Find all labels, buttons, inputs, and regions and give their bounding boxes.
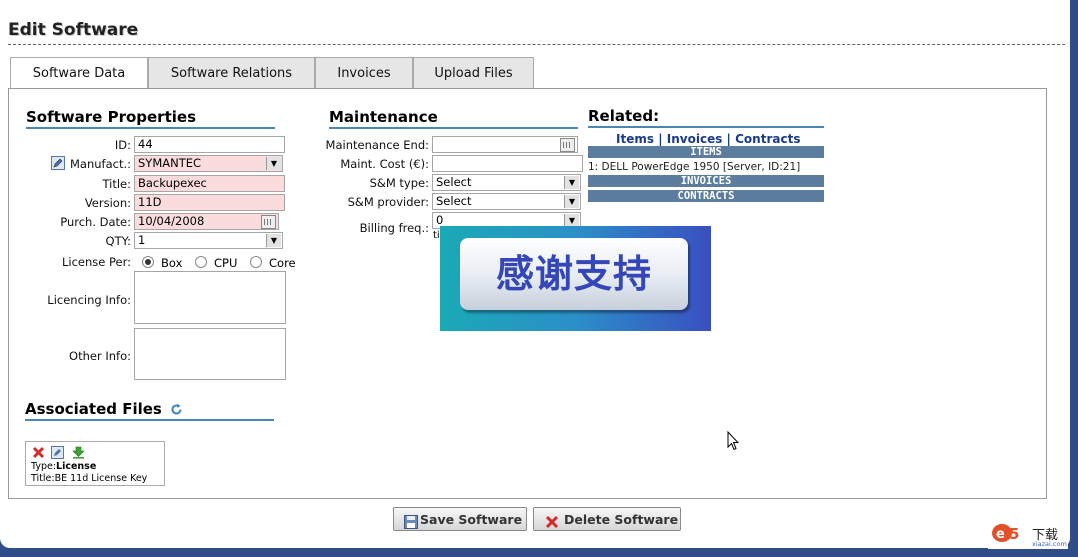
floppy-disk-icon [404, 513, 418, 529]
delete-software-label: Delete Software [564, 512, 679, 527]
sm-provider-label: S&M provider: [347, 195, 429, 209]
purchase-date-value: 10/04/2008 [138, 214, 205, 228]
section-title-maintenance: Maintenance [329, 108, 578, 129]
thanks-banner: 感谢支持 [440, 226, 711, 331]
other-info-textarea[interactable] [134, 328, 286, 380]
thanks-banner-text: 感谢支持 [460, 238, 688, 310]
other-info-label: Other Info: [69, 349, 131, 363]
download-file-icon[interactable] [72, 446, 85, 459]
id-field[interactable]: 44 [134, 136, 285, 153]
delete-file-icon[interactable] [32, 446, 45, 459]
chevron-down-icon[interactable]: ▼ [266, 234, 281, 247]
sm-type-select[interactable]: Select ▼ [432, 174, 581, 191]
xiazai-logo-domain: xiazai.com [1032, 540, 1067, 548]
edit-manufacturer-icon[interactable] [51, 156, 65, 170]
contracts-header: CONTRACTS [588, 190, 824, 202]
delete-software-button[interactable]: Delete Software [533, 507, 681, 531]
license-per-box-label: Box [161, 256, 183, 270]
section-title-software-properties: Software Properties [26, 108, 275, 129]
license-per-core-radio[interactable] [250, 256, 262, 268]
xiazai-logo-mark-icon: e5 [991, 522, 1023, 547]
edit-file-icon[interactable] [51, 446, 64, 459]
purchase-date-field[interactable]: 10/04/2008 [134, 213, 279, 230]
sm-type-value: Select [436, 175, 472, 189]
svg-text:5: 5 [1009, 525, 1019, 543]
file-meta: Type:License Title:BE 11d License Key [31, 461, 147, 485]
related-invoices-link[interactable]: Invoices [667, 132, 723, 146]
version-field[interactable]: 11D [134, 194, 285, 211]
sm-type-label: S&M type: [369, 176, 429, 190]
file-title-value: BE 11d License Key [54, 473, 148, 484]
link-separator: | [726, 132, 731, 146]
mouse-cursor-icon [727, 430, 740, 454]
tab-software-data[interactable]: Software Data [10, 57, 148, 90]
associated-file-card: Type:License Title:BE 11d License Key [25, 441, 165, 486]
section-title-related: Related: [588, 107, 824, 128]
tab-invoices[interactable]: Invoices [315, 57, 413, 88]
title-field[interactable]: Backupexec [134, 175, 285, 192]
qty-select[interactable]: 1 ▼ [134, 232, 283, 249]
license-per-cpu-radio[interactable] [195, 256, 207, 268]
title-divider [8, 44, 1065, 45]
xiazai-logo: e5 下载 xiazai.com [988, 521, 1068, 549]
maint-cost-label: Maint. Cost (€): [340, 157, 429, 171]
related-contracts-link[interactable]: Contracts [735, 132, 800, 146]
chevron-down-icon[interactable]: ▼ [564, 176, 579, 189]
license-per-core-label: Core [269, 256, 296, 270]
billing-freq-value: 0 [436, 213, 444, 227]
version-label: Version: [84, 196, 131, 210]
maint-cost-field[interactable] [432, 155, 583, 172]
save-software-label: Save Software [420, 512, 523, 527]
chevron-down-icon[interactable]: ▼ [266, 157, 281, 170]
qty-label: QTY: [105, 234, 131, 248]
related-items-link[interactable]: Items [616, 132, 654, 146]
section-title-associated-files: Associated Files [25, 400, 274, 421]
maintenance-end-label: Maintenance End: [325, 138, 429, 152]
associated-files-title: Associated Files [25, 400, 162, 418]
link-separator: | [658, 132, 663, 146]
sm-provider-value: Select [436, 194, 472, 208]
sm-provider-select[interactable]: Select ▼ [432, 193, 581, 210]
license-per-label: License Per: [61, 255, 131, 269]
billing-freq-unit: ti [433, 230, 440, 241]
tab-software-relations[interactable]: Software Relations [148, 57, 315, 88]
licencing-info-textarea[interactable] [134, 271, 286, 324]
items-header: ITEMS [588, 146, 824, 158]
page-title: Edit Software [8, 20, 139, 40]
file-type-value: License [56, 461, 97, 472]
delete-icon [545, 513, 559, 529]
refresh-icon[interactable] [170, 402, 183, 415]
related-item-row[interactable]: 1: DELL PowerEdge 1950 [Server, ID:21] [588, 161, 800, 173]
purchase-date-label: Purch. Date: [60, 215, 131, 229]
license-per-box-radio[interactable] [142, 256, 154, 268]
svg-text:e: e [996, 527, 1005, 542]
manufacturer-select[interactable]: SYMANTEC ▼ [134, 155, 283, 172]
calendar-icon[interactable] [261, 215, 276, 229]
licencing-info-label: Licencing Info: [47, 293, 131, 307]
qty-value: 1 [138, 233, 146, 247]
manufacturer-label: Manufact.: [69, 157, 131, 171]
save-software-button[interactable]: Save Software [393, 507, 527, 531]
calendar-icon[interactable] [560, 138, 575, 152]
maintenance-end-field[interactable] [432, 136, 578, 153]
chevron-down-icon[interactable]: ▼ [564, 195, 579, 208]
id-label: ID: [114, 138, 131, 152]
related-links: Items | Invoices | Contracts [616, 132, 800, 146]
edit-software-window: Edit Software Software Data Software Rel… [0, 0, 1070, 548]
license-per-cpu-label: CPU [214, 256, 238, 270]
file-type-label: Type: [31, 461, 57, 472]
title-label: Title: [102, 177, 131, 191]
tab-upload-files[interactable]: Upload Files [413, 57, 534, 88]
manufacturer-value: SYMANTEC [138, 156, 202, 170]
billing-freq-label: Billing freq.: [359, 221, 429, 235]
invoices-header: INVOICES [588, 175, 824, 187]
file-title-label: Title: [31, 473, 55, 484]
